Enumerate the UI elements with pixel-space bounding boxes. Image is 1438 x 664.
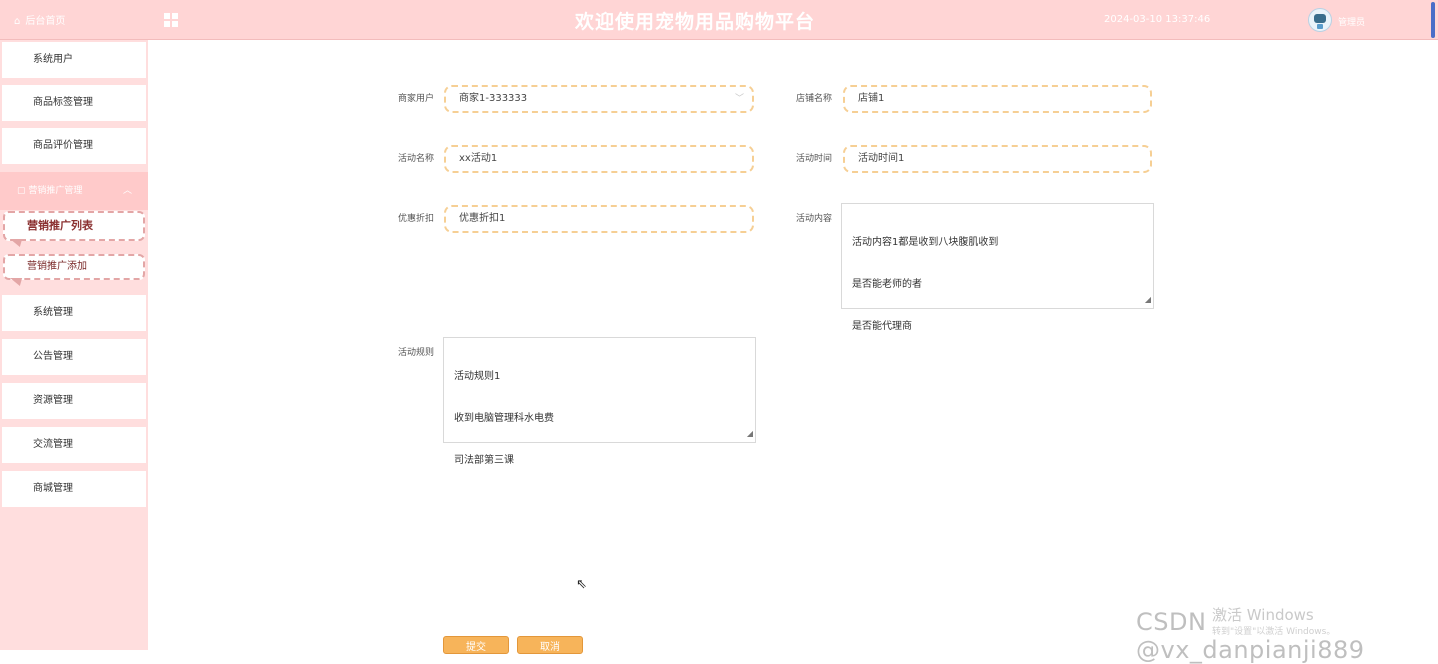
shop-label: 店铺名称: [796, 94, 833, 104]
sidebar-group-marketing[interactable]: ▢ 营销推广管理 ︿: [0, 172, 148, 210]
sidebar-item-product-tags[interactable]: 商品标签管理: [2, 85, 146, 121]
datetime: 2024-03-10 13:37:46: [1104, 14, 1211, 25]
activate-windows-title: 激活 Windows: [1212, 606, 1314, 624]
top-bar: ⌂ 后台首页 欢迎使用宠物用品购物平台 2024-03-10 13:37:46 管…: [0, 0, 1438, 40]
activate-windows-subtitle: 转到"设置"以激活 Windows。: [1212, 627, 1336, 637]
merchant-label: 商家用户: [398, 94, 435, 104]
sidebar-item-communication[interactable]: 交流管理: [2, 427, 146, 463]
activity-name-field[interactable]: xx活动1: [444, 145, 754, 173]
activity-name-label: 活动名称: [398, 154, 435, 164]
cancel-button[interactable]: 取消: [517, 636, 583, 654]
activity-time-label: 活动时间: [796, 154, 833, 164]
rules-line: 收到电脑管理科水电费: [454, 413, 554, 424]
sidebar: 系统用户 商品标签管理 商品评价管理 ▢ 营销推广管理 ︿ 营销推广列表 营销推…: [0, 40, 148, 650]
submit-button[interactable]: 提交: [443, 636, 509, 654]
sidebar-item-resources[interactable]: 资源管理: [2, 383, 146, 419]
chevron-down-icon: ﹀: [734, 94, 744, 104]
resize-handle-icon[interactable]: ◢: [1145, 293, 1151, 307]
content-textarea[interactable]: 活动内容1都是收到八块腹肌收到 是否能老师的者 是否能代理商 ◢: [841, 203, 1154, 332]
avatar[interactable]: [1308, 8, 1332, 32]
sidebar-subitem-marketing-add[interactable]: 营销推广添加: [3, 254, 145, 280]
content-line: 是否能老师的者: [852, 279, 922, 290]
chevron-up-icon: ︿: [122, 186, 132, 196]
sidebar-item-notices[interactable]: 公告管理: [2, 339, 146, 375]
sidebar-item-system[interactable]: 系统管理: [2, 295, 146, 331]
shop-name-field[interactable]: 店铺1: [843, 85, 1152, 113]
discount-field[interactable]: 优惠折扣1: [444, 205, 754, 233]
mouse-cursor-icon: ⇖: [576, 577, 587, 592]
activity-time-field[interactable]: 活动时间1: [843, 145, 1152, 173]
user-label[interactable]: 管理员: [1338, 15, 1365, 28]
rules-line: 活动规则1: [454, 371, 501, 382]
sidebar-item-system-users[interactable]: 系统用户: [2, 42, 146, 78]
content-line: 活动内容1都是收到八块腹肌收到: [852, 237, 999, 248]
rules-textarea[interactable]: 活动规则1 收到电脑管理科水电费 司法部第三课 ◢: [443, 337, 756, 466]
sidebar-group-label: 营销推广管理: [28, 186, 83, 196]
discount-label: 优惠折扣: [398, 214, 435, 224]
content-line: 是否能代理商: [852, 321, 912, 332]
sidebar-item-mall[interactable]: 商城管理: [2, 471, 146, 507]
merchant-value: 商家1-333333: [459, 93, 528, 104]
marketing-icon: ▢: [17, 186, 26, 196]
resize-handle-icon[interactable]: ◢: [747, 427, 753, 441]
content-label: 活动内容: [796, 214, 833, 224]
merchant-select[interactable]: 商家1-333333 ﹀: [444, 85, 754, 113]
rules-line: 司法部第三课: [454, 455, 514, 466]
scrollbar[interactable]: [1431, 2, 1435, 38]
sidebar-subitem-marketing-list[interactable]: 营销推广列表: [3, 211, 145, 241]
sidebar-item-product-reviews[interactable]: 商品评价管理: [2, 128, 146, 164]
rules-label: 活动规则: [398, 348, 435, 358]
